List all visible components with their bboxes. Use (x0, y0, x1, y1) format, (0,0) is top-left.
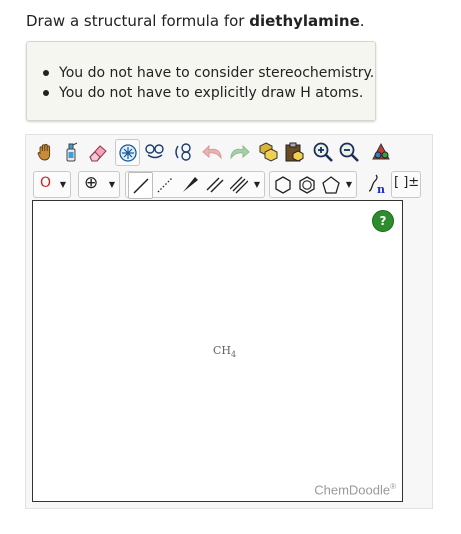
prompt-end: . (359, 12, 365, 30)
charge-icon: ⊕ (84, 173, 99, 193)
bracket-label: [ ]± (394, 175, 420, 190)
instructions-box: You do not have to consider stereochemis… (26, 41, 376, 121)
single-bond-icon[interactable] (128, 172, 153, 199)
question-prompt: Draw a structural formula for diethylami… (26, 12, 365, 30)
hand-icon[interactable] (33, 139, 56, 164)
undo-icon[interactable] (200, 139, 225, 164)
instruction-item: You do not have to consider stereochemis… (42, 65, 375, 81)
redo-icon[interactable] (226, 139, 251, 164)
chevron-down-icon[interactable]: ▼ (252, 172, 262, 197)
charge-selector[interactable]: ⊕ ▼ (78, 171, 120, 198)
compound-name: diethylamine (249, 12, 360, 30)
wedge-bond-icon[interactable] (178, 172, 201, 197)
chevron-down-icon[interactable]: ▼ (344, 172, 354, 197)
brand-mark: ® (390, 481, 396, 491)
center-icon[interactable] (115, 139, 140, 166)
zoom-in-icon[interactable] (311, 139, 334, 164)
instructions-list: You do not have to consider stereochemis… (42, 63, 375, 103)
flip-icon[interactable] (170, 139, 195, 164)
dashed-bond-icon[interactable] (153, 172, 176, 197)
atom-selector[interactable]: O ▼ (33, 171, 71, 198)
bond-tools: ▼ (125, 171, 265, 199)
help-button[interactable]: ? (372, 210, 394, 232)
drawing-canvas[interactable]: ? CH4 ChemDoodle® (32, 200, 403, 502)
zoom-out-icon[interactable] (337, 139, 360, 164)
toolbar-row-2: O ▼ ⊕ ▼ ▼ ▼ n []± (33, 171, 421, 199)
double-bond-icon[interactable] (203, 172, 226, 197)
molecule-label[interactable]: CH4 (213, 344, 236, 359)
atom-label: O (40, 175, 52, 191)
brand-text: ChemDoodle (314, 482, 391, 497)
eraser-icon[interactable] (86, 139, 109, 164)
pentagon-ring-icon[interactable] (319, 172, 342, 197)
chevron-down-icon[interactable]: ▼ (107, 172, 117, 197)
polymer-icon[interactable]: n (366, 171, 388, 196)
chemdoodle-brand: ChemDoodle® (314, 482, 396, 497)
settings-icon[interactable] (369, 139, 392, 164)
bracket-button[interactable]: [ ]± (391, 171, 421, 198)
molecule-formula: CH (213, 344, 232, 357)
copy-icon[interactable] (257, 139, 280, 164)
hexagon-ring-icon[interactable] (271, 172, 294, 197)
svg-text:n: n (377, 183, 385, 195)
triple-bond-icon[interactable] (227, 172, 250, 197)
instruction-item: You do not have to explicitly draw H ato… (42, 83, 374, 103)
paste-icon[interactable] (283, 139, 306, 164)
spray-icon[interactable] (59, 139, 82, 164)
rotate-3d-icon[interactable] (142, 139, 167, 164)
benzene-ring-icon[interactable] (295, 172, 318, 197)
chevron-down-icon[interactable]: ▼ (58, 172, 68, 197)
ring-tools: ▼ (269, 171, 357, 198)
toolbar-row-1 (33, 139, 395, 166)
molecule-subscript: 4 (231, 350, 237, 360)
prompt-text: Draw a structural formula for (26, 12, 250, 30)
